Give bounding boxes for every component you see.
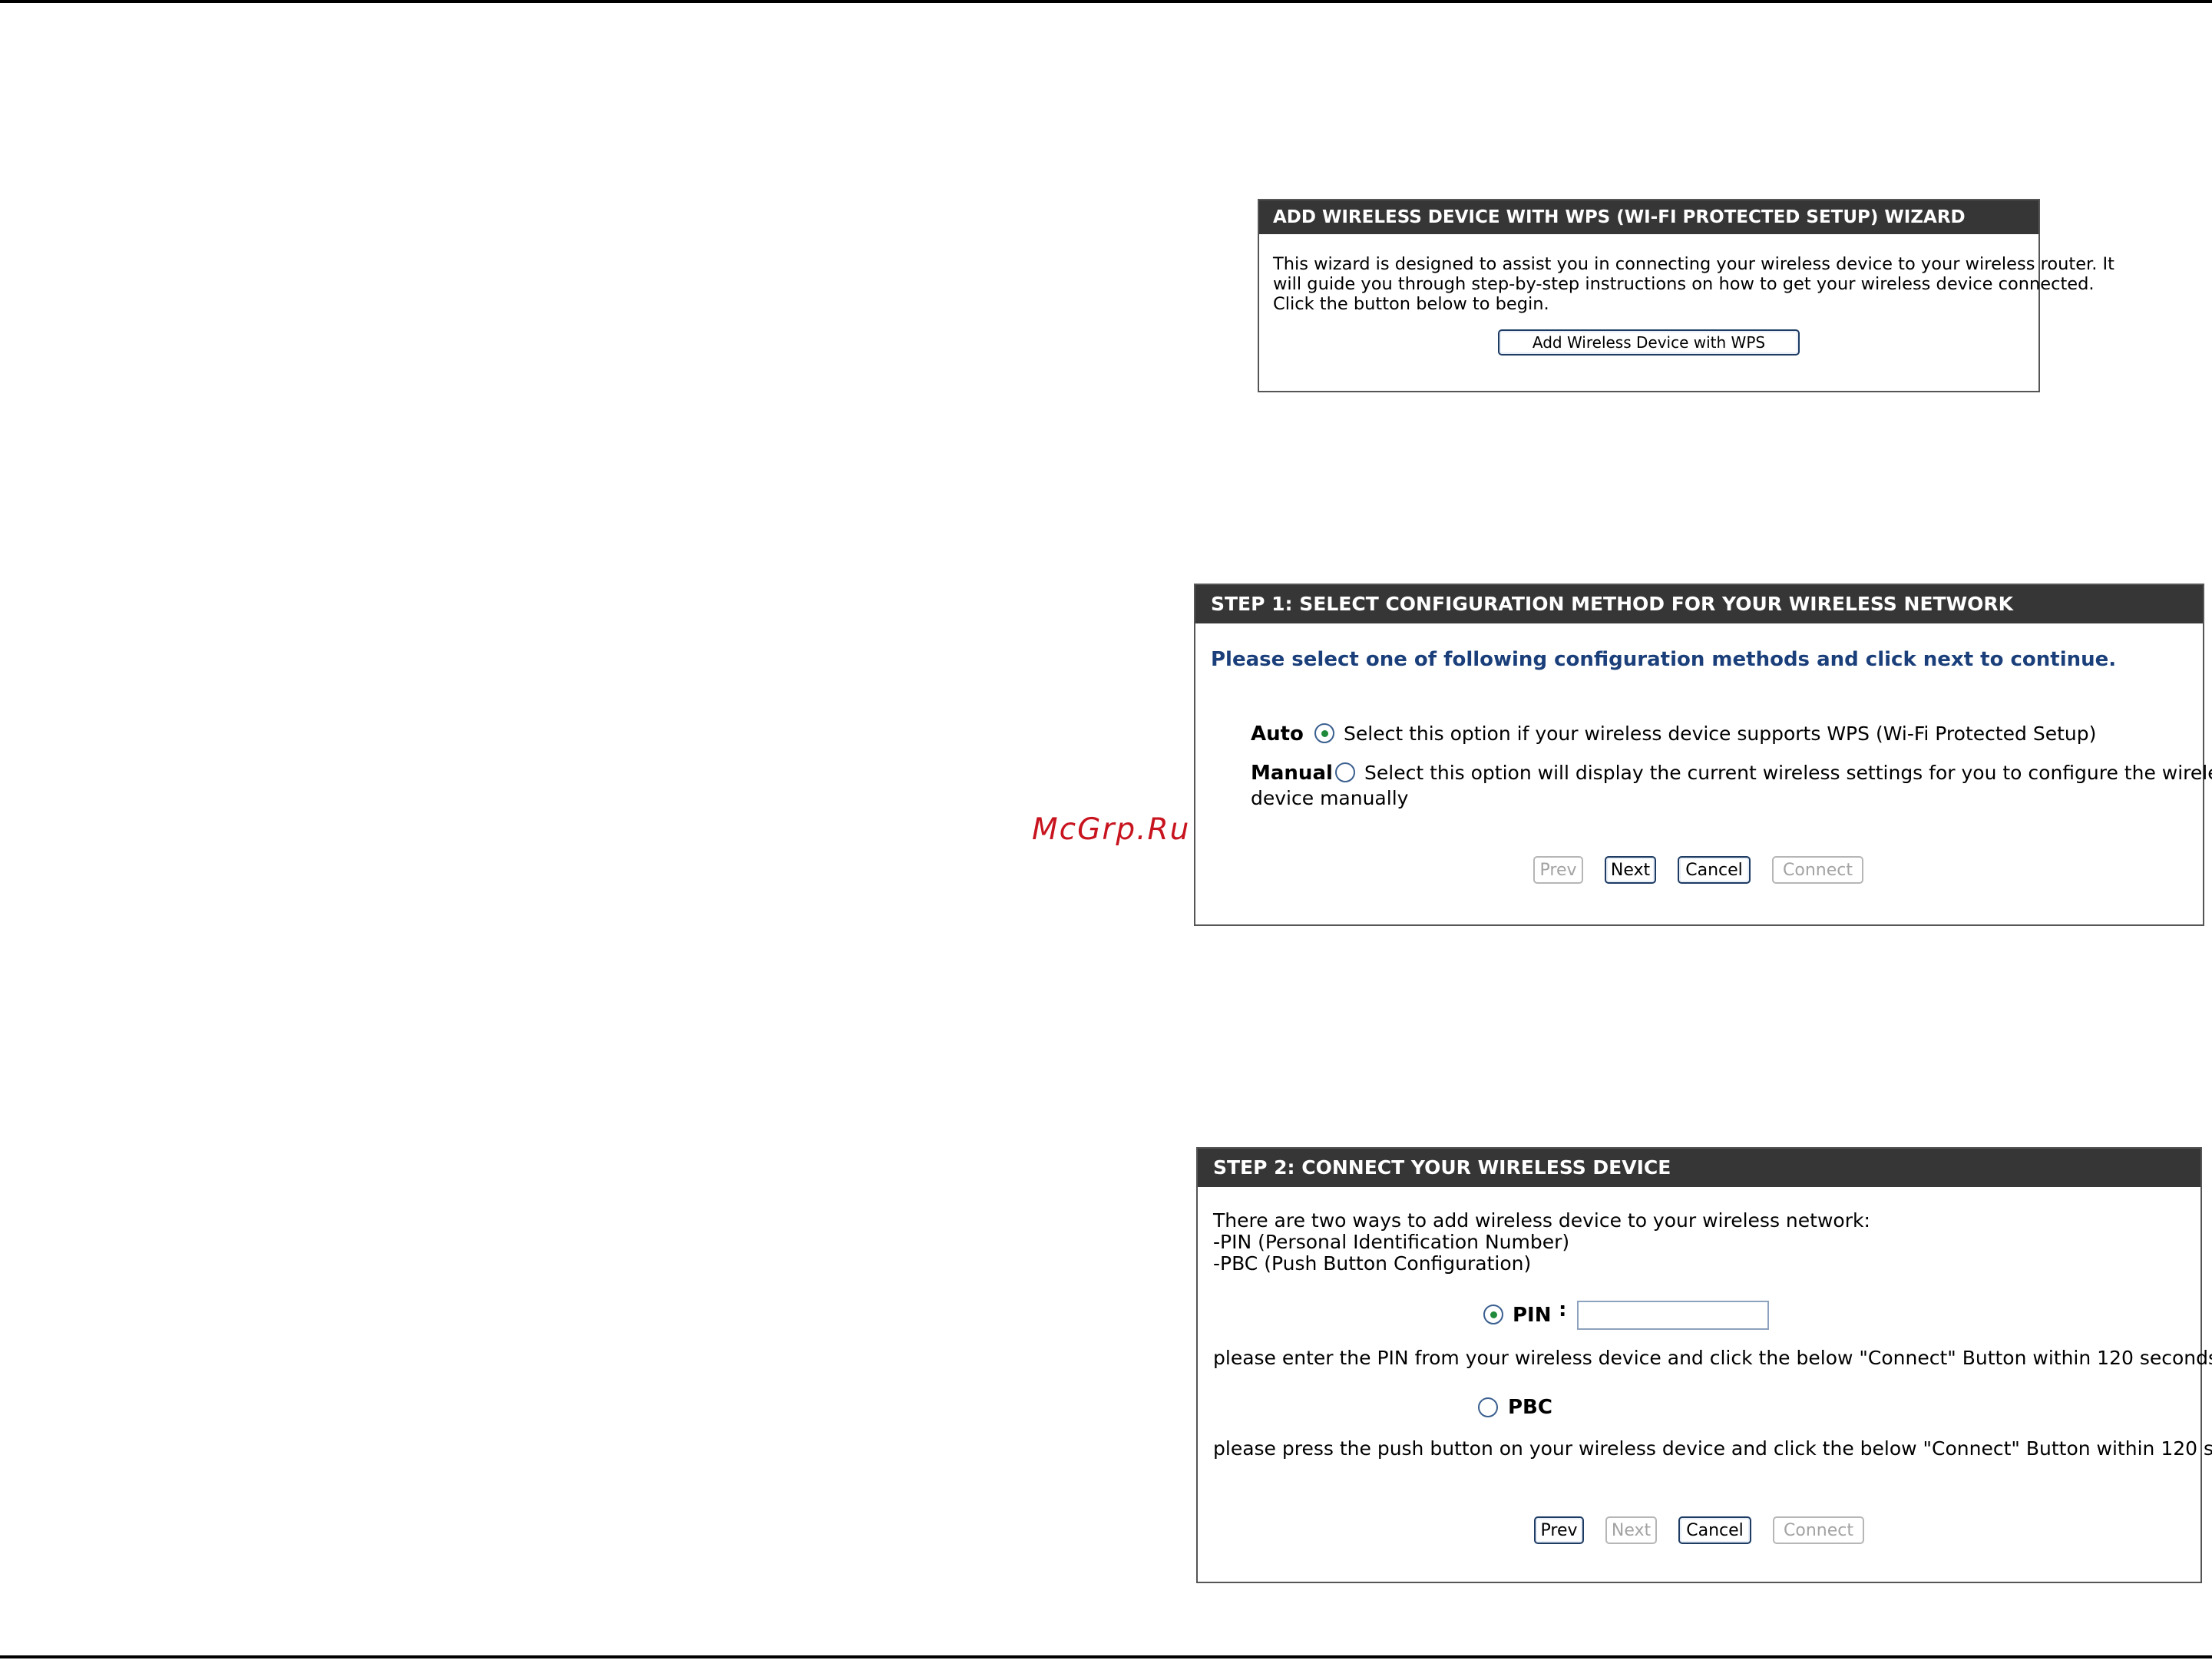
auto-label: Auto — [1251, 723, 1304, 746]
pin-colon: : — [1559, 1298, 1567, 1321]
step2-next-button[interactable]: Next — [1605, 1516, 1657, 1544]
step2-panel: STEP 2: CONNECT YOUR WIRELESS DEVICE The… — [1196, 1147, 2212, 1583]
step1-cancel-button[interactable]: Cancel — [1678, 856, 1751, 884]
step2-intro-line-2: -PIN (Personal Identification Number) — [1213, 1231, 1570, 1253]
manual-label: Manual — [1251, 762, 1333, 785]
wizard-description-line-3: Click the button below to begin. — [1273, 294, 1549, 314]
step1-prev-button[interactable]: Prev — [1533, 856, 1583, 884]
pin-input[interactable] — [1577, 1301, 1769, 1330]
step1-panel: STEP 1: SELECT CONFIGURATION METHOD FOR … — [1194, 584, 2212, 926]
step2-cancel-button[interactable]: Cancel — [1678, 1516, 1751, 1544]
step2-intro-line-3: -PBC (Push Button Configuration) — [1213, 1252, 1532, 1275]
pbc-note: please press the push button on your wir… — [1213, 1437, 2212, 1460]
step1-title: STEP 1: SELECT CONFIGURATION METHOD FOR … — [1195, 585, 2203, 623]
manual-radio[interactable] — [1335, 762, 1355, 782]
step2-connect-button[interactable]: Connect — [1773, 1516, 1864, 1544]
step2-intro-line-1: There are two ways to add wireless devic… — [1213, 1209, 1870, 1232]
pin-radio[interactable] — [1483, 1305, 1503, 1324]
wps-wizard-panel: ADD WIRELESS DEVICE WITH WPS (WI-FI PROT… — [1258, 199, 2114, 392]
step2-title: STEP 2: CONNECT YOUR WIRELESS DEVICE — [1198, 1149, 2200, 1187]
manual-description: Select this option will display the curr… — [1364, 762, 2212, 784]
top-rule — [0, 0, 2212, 3]
add-wireless-device-button[interactable]: Add Wireless Device with WPS — [1498, 329, 1800, 355]
step2-prev-button[interactable]: Prev — [1534, 1516, 1584, 1544]
step1-prompt: Please select one of following configura… — [1211, 648, 2117, 671]
manual-description-cont: device manually — [1251, 787, 1409, 809]
wizard-description-line-1: This wizard is designed to assist you in… — [1273, 254, 2114, 274]
pbc-radio[interactable] — [1478, 1397, 1498, 1417]
wizard-description-line-2: will guide you through step-by-step inst… — [1273, 274, 2095, 294]
pin-note: please enter the PIN from your wireless … — [1213, 1347, 2212, 1369]
auto-description: Select this option if your wireless devi… — [1344, 723, 2097, 745]
pbc-label: PBC — [1508, 1396, 1552, 1419]
bottom-rule — [0, 1655, 2212, 1658]
wps-wizard-title: ADD WIRELESS DEVICE WITH WPS (WI-FI PROT… — [1259, 200, 2038, 234]
pin-label: PIN — [1513, 1304, 1552, 1327]
auto-radio[interactable] — [1314, 723, 1334, 743]
watermark-text: McGrp.Ru — [1032, 812, 1191, 847]
step1-next-button[interactable]: Next — [1605, 856, 1656, 884]
step1-connect-button[interactable]: Connect — [1772, 856, 1863, 884]
